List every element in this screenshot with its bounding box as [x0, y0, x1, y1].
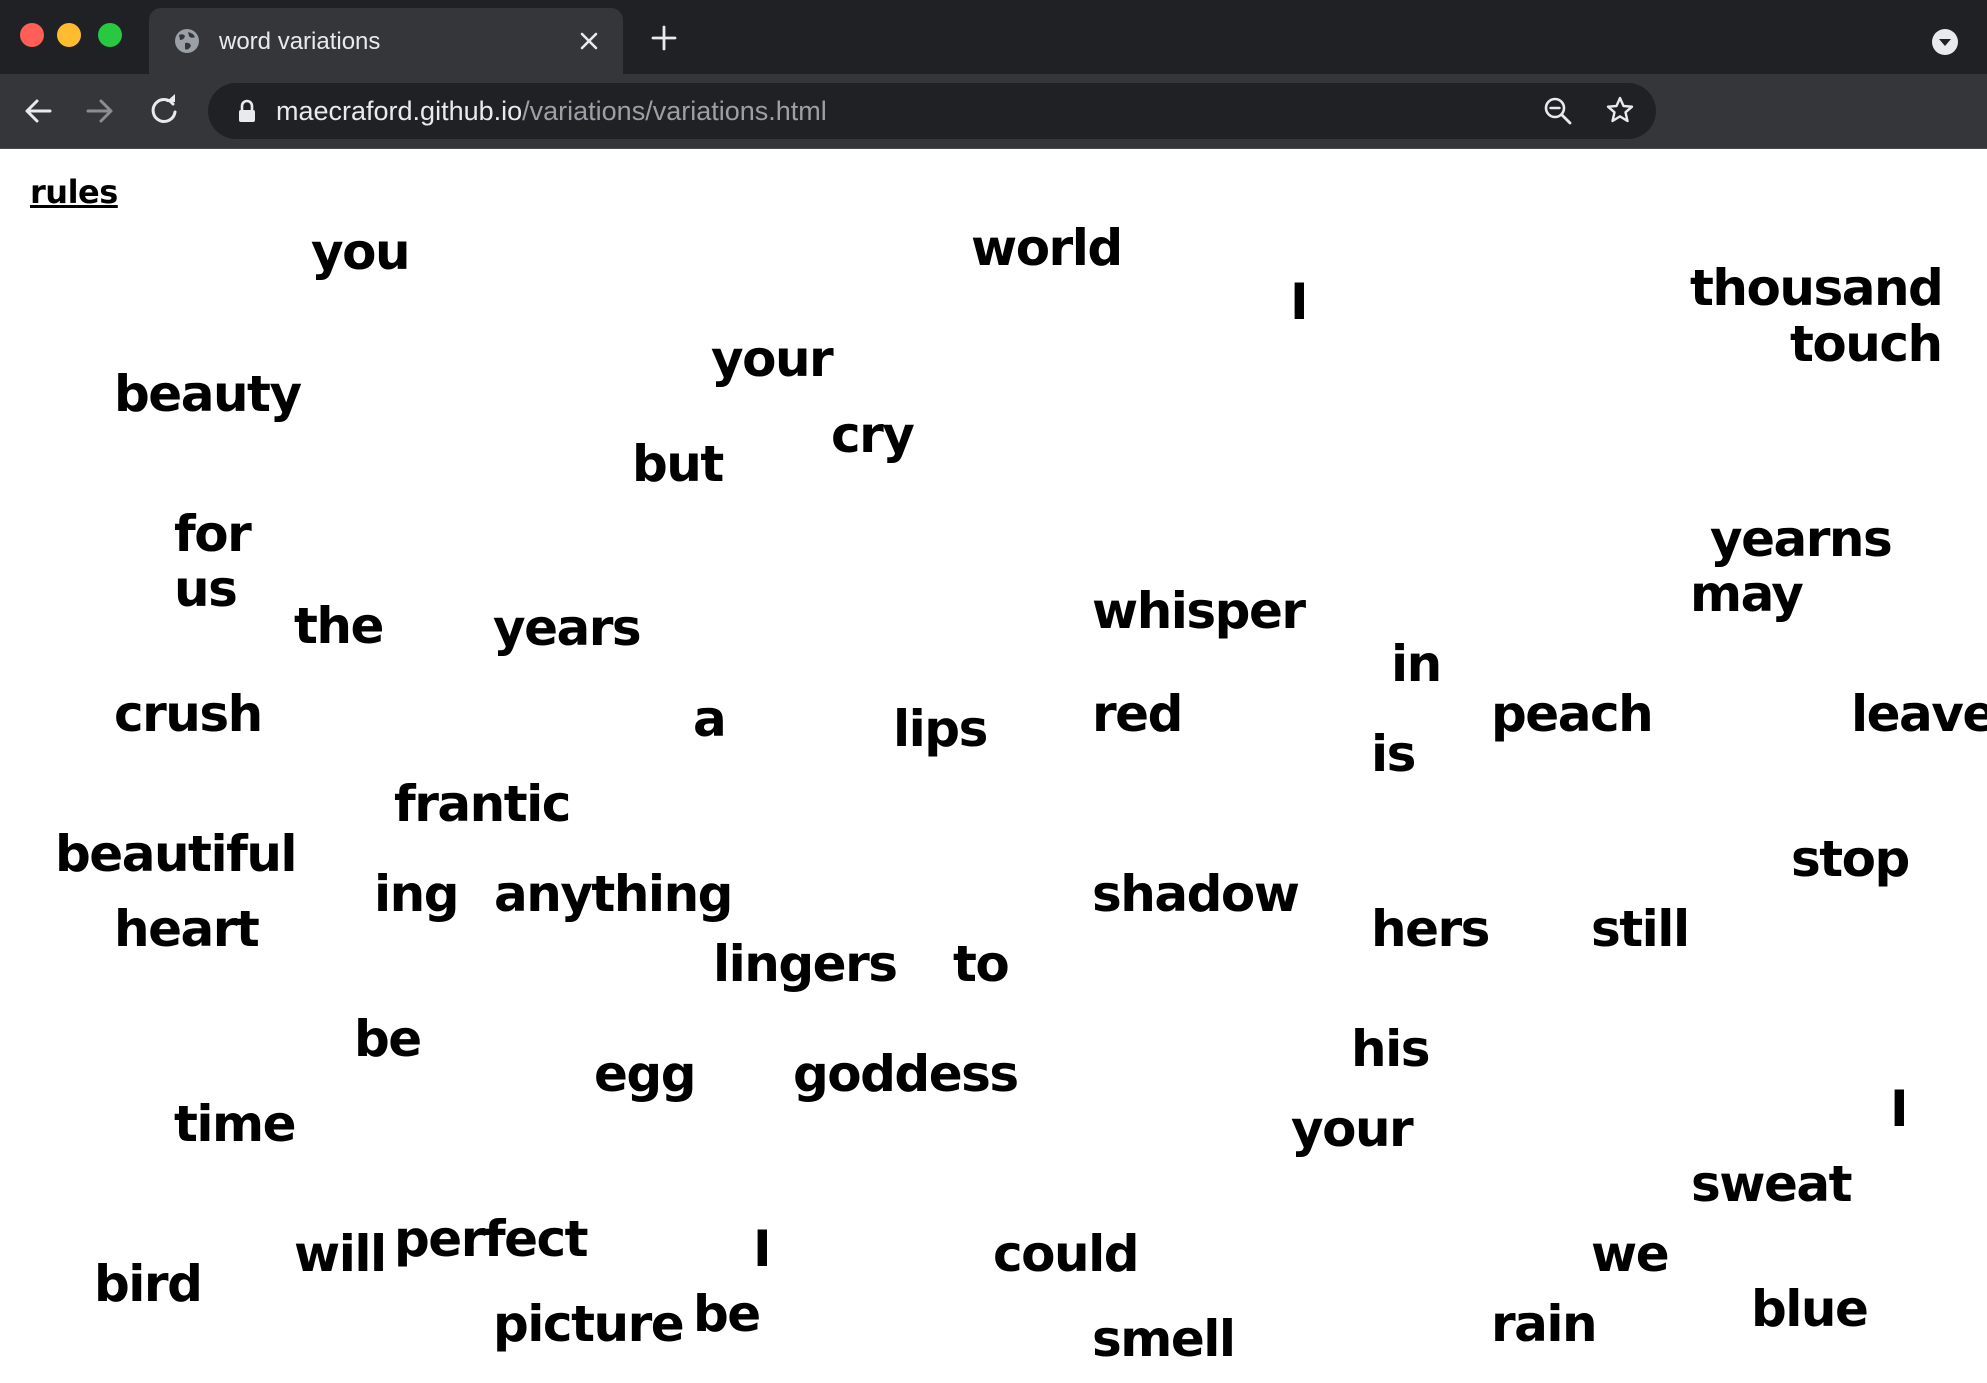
- minimize-window-button[interactable]: [57, 23, 81, 47]
- word-i-2[interactable]: I: [1890, 1084, 1909, 1134]
- zoom-icon[interactable]: [1543, 96, 1573, 126]
- word-frantic[interactable]: frantic: [394, 779, 571, 829]
- word-in[interactable]: in: [1391, 639, 1442, 689]
- word-perfect[interactable]: perfect: [394, 1214, 589, 1264]
- word-red[interactable]: red: [1092, 689, 1183, 739]
- new-tab-icon[interactable]: [650, 24, 678, 52]
- close-tab-icon[interactable]: [576, 28, 602, 54]
- active-tab[interactable]: word variations: [149, 8, 623, 74]
- forward-arrow-icon[interactable]: [82, 93, 118, 129]
- word-is[interactable]: is: [1371, 729, 1416, 779]
- word-peach[interactable]: peach: [1491, 689, 1654, 739]
- word-egg[interactable]: egg: [594, 1049, 697, 1099]
- word-still[interactable]: still: [1591, 904, 1690, 954]
- word-lingers[interactable]: lingers: [713, 939, 898, 989]
- word-cry[interactable]: cry: [831, 410, 915, 460]
- word-for[interactable]: for: [174, 509, 252, 559]
- word-time[interactable]: time: [174, 1099, 297, 1149]
- maximize-window-button[interactable]: [98, 23, 122, 47]
- tab-title: word variations: [219, 28, 381, 55]
- word-will[interactable]: will: [294, 1229, 387, 1279]
- word-be[interactable]: be: [354, 1014, 422, 1064]
- word-i-3[interactable]: I: [753, 1224, 772, 1274]
- word-beauty[interactable]: beauty: [114, 369, 302, 419]
- globe-icon: [173, 27, 201, 55]
- word-lips[interactable]: lips: [893, 704, 988, 754]
- tab-search-icon[interactable]: [1931, 28, 1959, 56]
- rules-link[interactable]: rules: [30, 173, 118, 211]
- word-blue[interactable]: blue: [1751, 1284, 1869, 1334]
- word-bird[interactable]: bird: [94, 1259, 203, 1309]
- word-you[interactable]: you: [311, 227, 411, 277]
- word-his[interactable]: his: [1351, 1024, 1431, 1074]
- word-we[interactable]: we: [1591, 1229, 1670, 1279]
- word-shadow[interactable]: shadow: [1092, 869, 1300, 919]
- word-thousand[interactable]: thousand: [1690, 263, 1944, 313]
- word-us[interactable]: us: [174, 564, 238, 614]
- word-world[interactable]: world: [971, 223, 1123, 273]
- tab-strip: word variations: [0, 0, 1987, 74]
- word-picture[interactable]: picture: [493, 1299, 685, 1349]
- word-touch[interactable]: touch: [1790, 319, 1943, 369]
- word-be-2[interactable]: be: [693, 1289, 761, 1339]
- word-years[interactable]: years: [493, 603, 642, 653]
- lock-icon[interactable]: [236, 99, 258, 123]
- word-whisper[interactable]: whisper: [1092, 586, 1306, 636]
- address-bar[interactable]: maecraford.github.io/variations/variatio…: [208, 83, 1656, 139]
- page-content: rules you world I thousand touch your be…: [0, 149, 1987, 1383]
- bookmark-star-icon[interactable]: [1605, 95, 1635, 125]
- reload-icon[interactable]: [146, 93, 182, 129]
- word-goddess[interactable]: goddess: [793, 1049, 1019, 1099]
- word-your-2[interactable]: your: [1291, 1104, 1414, 1154]
- word-may[interactable]: may: [1690, 569, 1804, 619]
- url-path: /variations/variations.html: [522, 96, 827, 126]
- word-rain[interactable]: rain: [1491, 1299, 1598, 1349]
- word-heart[interactable]: heart: [114, 904, 260, 954]
- word-smell[interactable]: smell: [1092, 1314, 1236, 1364]
- word-crush[interactable]: crush: [114, 689, 263, 739]
- close-window-button[interactable]: [20, 23, 44, 47]
- word-anything[interactable]: anything: [494, 869, 733, 919]
- word-yearns[interactable]: yearns: [1710, 514, 1893, 564]
- word-ing[interactable]: ing: [374, 869, 460, 919]
- word-the[interactable]: the: [294, 601, 384, 651]
- word-hers[interactable]: hers: [1371, 904, 1490, 954]
- word-could[interactable]: could: [993, 1229, 1140, 1279]
- url-host: maecraford.github.io: [276, 96, 523, 126]
- word-stop[interactable]: stop: [1791, 834, 1910, 884]
- word-your[interactable]: your: [711, 334, 834, 384]
- back-arrow-icon[interactable]: [20, 93, 56, 129]
- word-i[interactable]: I: [1290, 277, 1309, 327]
- word-leave[interactable]: leave: [1851, 689, 1987, 739]
- word-a[interactable]: a: [693, 694, 727, 744]
- url-text[interactable]: maecraford.github.io/variations/variatio…: [276, 96, 827, 126]
- word-beautiful[interactable]: beautiful: [55, 829, 298, 879]
- word-to[interactable]: to: [953, 939, 1010, 989]
- word-sweat[interactable]: sweat: [1691, 1159, 1853, 1209]
- word-but[interactable]: but: [632, 439, 724, 489]
- browser-toolbar: maecraford.github.io/variations/variatio…: [0, 74, 1987, 149]
